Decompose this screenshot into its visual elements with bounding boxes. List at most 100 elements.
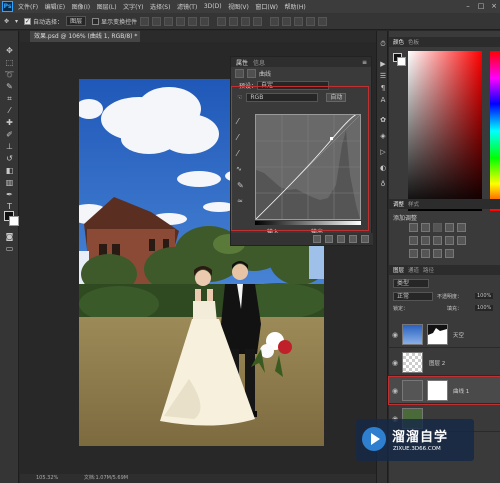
brush-tool-icon[interactable]: ✐ — [3, 129, 16, 140]
curves-icon[interactable] — [433, 223, 442, 232]
hue-slider[interactable] — [490, 51, 500, 211]
align-center-icon[interactable] — [152, 16, 162, 26]
lasso-tool-icon[interactable]: ➰ — [3, 69, 16, 80]
photo-filter-icon[interactable] — [445, 236, 454, 245]
layer-name[interactable]: 图层 2 — [429, 359, 445, 367]
3d-pan-icon[interactable] — [306, 16, 316, 26]
eraser-tool-icon[interactable]: ◧ — [3, 165, 16, 176]
layer-mask-thumbnail[interactable] — [427, 380, 448, 401]
distribute-4-icon[interactable] — [253, 16, 263, 26]
auto-select-checkbox[interactable]: ✓ — [24, 17, 32, 25]
draw-curve-icon[interactable]: ✎ — [237, 181, 244, 190]
tab-properties[interactable]: 属性 — [236, 58, 248, 67]
minimize-icon[interactable]: – — [462, 0, 474, 13]
visibility-eye-icon[interactable]: ◉ — [392, 359, 398, 367]
opacity-input[interactable]: 100% — [475, 293, 494, 299]
history-brush-tool-icon[interactable]: ↺ — [3, 153, 16, 164]
move-tool-icon[interactable]: ✥ — [4, 18, 9, 25]
gradient-map-icon[interactable] — [445, 249, 454, 258]
color-balance-icon[interactable] — [421, 236, 430, 245]
visibility-icon[interactable] — [349, 235, 357, 243]
preset-dropdown[interactable]: 自定 — [257, 80, 330, 90]
distribute-3-icon[interactable] — [241, 16, 251, 26]
actions-icon[interactable]: ▶ — [378, 59, 388, 69]
background-color-swatch[interactable] — [9, 216, 19, 226]
layer-name[interactable]: 曲线 1 — [453, 387, 469, 395]
threshold-icon[interactable] — [433, 249, 442, 258]
tab-swatches[interactable]: 色板 — [408, 38, 419, 46]
menu-window[interactable]: 窗口(W) — [255, 2, 278, 11]
layer-item-layer2[interactable]: ◉ 图层 2 — [389, 349, 500, 376]
channel-mixer-icon[interactable] — [457, 236, 466, 245]
3d-slide-icon[interactable] — [318, 16, 328, 26]
menu-layer[interactable]: 图层(L) — [97, 2, 117, 11]
menu-select[interactable]: 选择(S) — [150, 2, 171, 11]
delete-icon[interactable] — [361, 235, 369, 243]
curve-control-point[interactable] — [330, 137, 333, 140]
healing-brush-tool-icon[interactable]: ✚ — [3, 117, 16, 128]
zoom-level[interactable]: 105.32% — [36, 475, 58, 481]
menu-filter[interactable]: 滤镜(T) — [177, 2, 197, 11]
reset-icon[interactable] — [337, 235, 345, 243]
smooth-curve-icon[interactable]: ≈ — [237, 197, 243, 205]
tab-info[interactable]: 信息 — [253, 58, 265, 67]
tool-preset-dropdown[interactable]: ▾ — [15, 18, 18, 25]
quick-select-tool-icon[interactable]: ✎ — [3, 81, 16, 92]
eyedropper-tool-icon[interactable]: ⁄ — [3, 105, 16, 116]
3d-rotate-icon[interactable] — [282, 16, 292, 26]
auto-button[interactable]: 自动 — [326, 92, 347, 102]
photoshop-logo-icon[interactable]: Ps — [2, 1, 13, 12]
tab-layers[interactable]: 图层 — [393, 266, 404, 274]
align-middle-icon[interactable] — [188, 16, 198, 26]
menu-3d[interactable]: 3D(D) — [204, 3, 222, 10]
hand-tool-icon[interactable] — [0, 211, 3, 222]
visibility-eye-icon[interactable]: ◉ — [392, 331, 398, 339]
3d-roll-icon[interactable] — [294, 16, 304, 26]
layer-item-curves1[interactable]: ◉ 曲线 1 — [388, 376, 500, 405]
exposure-icon[interactable] — [445, 223, 454, 232]
color-bg-swatch[interactable] — [397, 57, 406, 66]
screen-mode-icon[interactable]: ▭ — [3, 243, 16, 254]
menu-help[interactable]: 帮助(H) — [285, 2, 306, 11]
clip-to-layer-icon[interactable] — [313, 235, 321, 243]
swatch-icon[interactable]: ◐ — [378, 163, 388, 173]
3d-mode-icon[interactable] — [270, 16, 280, 26]
quick-mask-icon[interactable]: ◙ — [3, 231, 16, 242]
brightness-icon[interactable] — [409, 223, 418, 232]
align-bottom-icon[interactable] — [200, 16, 210, 26]
fill-input[interactable]: 100% — [475, 305, 494, 311]
show-transform-checkbox[interactable] — [92, 17, 100, 25]
color-picker-field[interactable] — [408, 51, 482, 211]
light-icon[interactable]: ♁ — [378, 179, 388, 189]
character-icon[interactable]: A — [378, 95, 388, 105]
paragraph-icon[interactable]: ¶ — [378, 83, 388, 93]
history-icon[interactable]: ⏱ — [378, 39, 388, 49]
menu-file[interactable]: 文件(F) — [18, 2, 38, 11]
marquee-tool-icon[interactable]: ⬚ — [3, 57, 16, 68]
edit-points-icon[interactable]: ∿ — [236, 165, 242, 173]
document-tab[interactable]: 效果.psd @ 106% (曲线 1, RGB/8) * — [30, 31, 140, 42]
layer-mask-thumbnail[interactable] — [427, 324, 448, 345]
distribute-2-icon[interactable] — [229, 16, 239, 26]
tab-styles[interactable]: 样式 — [408, 200, 419, 208]
play-icon[interactable]: ▷ — [378, 147, 388, 157]
brush-settings-icon[interactable]: ✿ — [378, 115, 388, 125]
black-white-icon[interactable] — [433, 236, 442, 245]
layer-kind-filter[interactable]: 类型 — [393, 279, 429, 288]
target-adjust-icon[interactable]: ☜ — [237, 94, 242, 101]
panel-menu-icon[interactable]: ≡ — [362, 59, 367, 66]
layer-item-sky[interactable]: ◉ 天空 — [389, 321, 500, 348]
visibility-eye-icon[interactable]: ◉ — [392, 387, 398, 395]
view-previous-icon[interactable] — [325, 235, 333, 243]
crop-tool-icon[interactable]: ⌗ — [3, 93, 16, 104]
show-transform-option[interactable]: 显示变换控件 — [92, 17, 137, 26]
tab-paths[interactable]: 路径 — [423, 266, 434, 274]
vibrance-icon[interactable] — [457, 223, 466, 232]
tab-channels[interactable]: 通道 — [408, 266, 419, 274]
invert-icon[interactable] — [409, 249, 418, 258]
clone-stamp-tool-icon[interactable]: ⊥ — [3, 141, 16, 152]
sample-black-eyedropper-icon[interactable]: ⁄ — [237, 117, 238, 126]
curves-graph[interactable] — [255, 113, 361, 220]
menu-type[interactable]: 文字(Y) — [123, 2, 143, 11]
align-top-icon[interactable] — [176, 16, 186, 26]
